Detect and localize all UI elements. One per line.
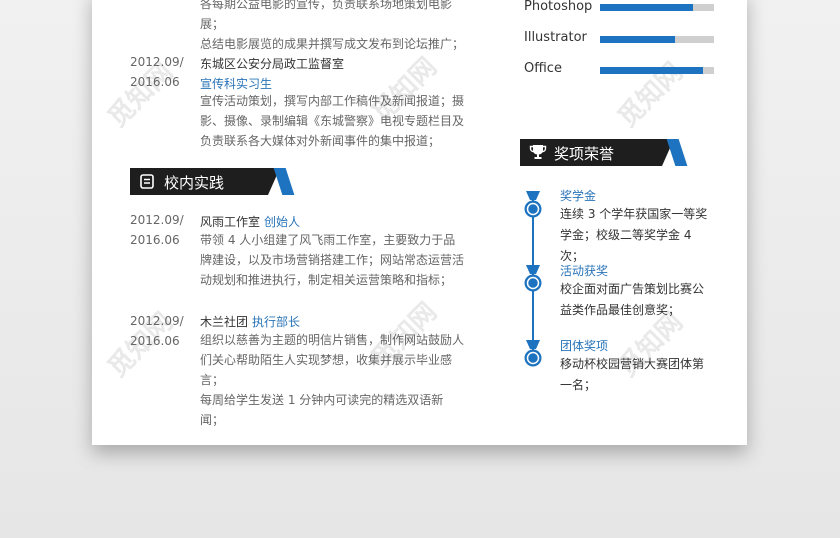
role-name: 执行部长 [252, 315, 301, 329]
period-end: 2016.06 [130, 75, 180, 89]
section-title: 校内实践 [164, 174, 225, 192]
campus-desc: 组织以慈善为主题的明信片销售，制作网站鼓励人 们关心帮助陌生人实现梦想，收集并展… [200, 330, 465, 430]
skill-bar [600, 36, 714, 43]
desc-line: 各每期公益电影的宣传，负责联系场地策划电影展； [200, 0, 453, 31]
desc-line: 动规划和推进执行，制定相关运营策略和指标； [200, 273, 453, 287]
skill-fill [600, 67, 703, 74]
campus-desc: 带领 4 人小组建了风飞雨工作室，主要致力于品 牌建设，以及市场营销搭建工作；网… [200, 230, 465, 290]
skill-name: Office [524, 61, 562, 76]
resume-page: 觅知网 觅知网 觅知网 觅知网 觅知网 觅知网 各每期公益电影的宣传，负责联系场… [92, 0, 747, 445]
desc-line: 组织以慈善为主题的明信片销售，制作网站鼓励人 [200, 333, 465, 347]
campus-period: 2012.09/ 2016.06 [130, 210, 184, 250]
medal-icon [523, 265, 543, 297]
award-desc: 连续 3 个学年获国家一等奖学金；校级二等奖学金 4 次； [560, 207, 708, 263]
desc-line: 负责联系各大媒体对外新闻事件的集中报道； [200, 134, 441, 148]
skill-fill [600, 36, 676, 43]
campus-period: 2012.09/ 2016.06 [130, 311, 184, 351]
awards-section-header: 奖项荣誉 [520, 139, 688, 166]
period-start: 2012.09/ [130, 55, 184, 69]
period-end: 2016.06 [130, 233, 180, 247]
campus-org: 木兰社团 执行部长 [200, 313, 300, 330]
role-name: 创始人 [264, 215, 301, 229]
experience-role: 宣传科实习生 [200, 77, 273, 91]
award-desc: 校企面对面广告策划比赛公益类作品最佳创意奖； [560, 282, 705, 317]
medal-icon [523, 191, 543, 223]
skill-name: Illustrator [524, 30, 587, 45]
period-start: 2012.09/ [130, 213, 184, 227]
desc-line: 牌建设，以及市场营销搭建工作；网站常态运营活 [200, 253, 465, 267]
experience-period: 2012.09/ 2016.06 [130, 52, 184, 92]
skill-bar [600, 67, 714, 74]
trophy-icon [529, 144, 547, 164]
watermark: 觅知网 [612, 57, 689, 134]
campus-org: 风雨工作室 创始人 [200, 213, 300, 230]
org-name: 风雨工作室 [200, 215, 261, 229]
desc-line: 影、摄像、录制编辑《东城警察》电视专题栏目及 [200, 114, 465, 128]
experience-desc: 宣传活动策划，撰写内部工作稿件及新闻报道；摄 影、摄像、录制编辑《东城警察》电视… [200, 91, 465, 151]
desc-line: 每周给学生发送 1 分钟内可读完的精选双语新闻； [200, 393, 444, 427]
campus-section-header: 校内实践 [130, 168, 295, 195]
award-title: 活动获奖 [560, 264, 609, 278]
desc-line: 带领 4 人小组建了风飞雨工作室，主要致力于品 [200, 233, 456, 247]
desc-line: 总结电影展览的成果并撰写成文发布到论坛推广； [200, 37, 465, 51]
skill-bar [600, 4, 714, 11]
skill-name: Photoshop [524, 0, 593, 14]
period-start: 2012.09/ [130, 314, 184, 328]
org-name: 木兰社团 [200, 315, 249, 329]
desc-line: 们关心帮助陌生人实现梦想，收集并展示毕业感言； [200, 353, 453, 387]
section-title: 奖项荣誉 [554, 145, 615, 163]
award-desc: 移动杯校园营销大赛团体第一名； [560, 357, 705, 392]
award-title: 团体奖项 [560, 339, 609, 353]
document-icon [140, 174, 154, 193]
experience-intro: 各每期公益电影的宣传，负责联系场地策划电影展； 总结电影展览的成果并撰写成文发布… [200, 0, 465, 54]
award-title: 奖学金 [560, 189, 597, 203]
skill-fill [600, 4, 694, 11]
experience-org: 东城区公安分局政工监督室 [200, 57, 345, 71]
medal-icon [523, 340, 543, 372]
period-end: 2016.06 [130, 334, 180, 348]
desc-line: 宣传活动策划，撰写内部工作稿件及新闻报道；摄 [200, 94, 465, 108]
